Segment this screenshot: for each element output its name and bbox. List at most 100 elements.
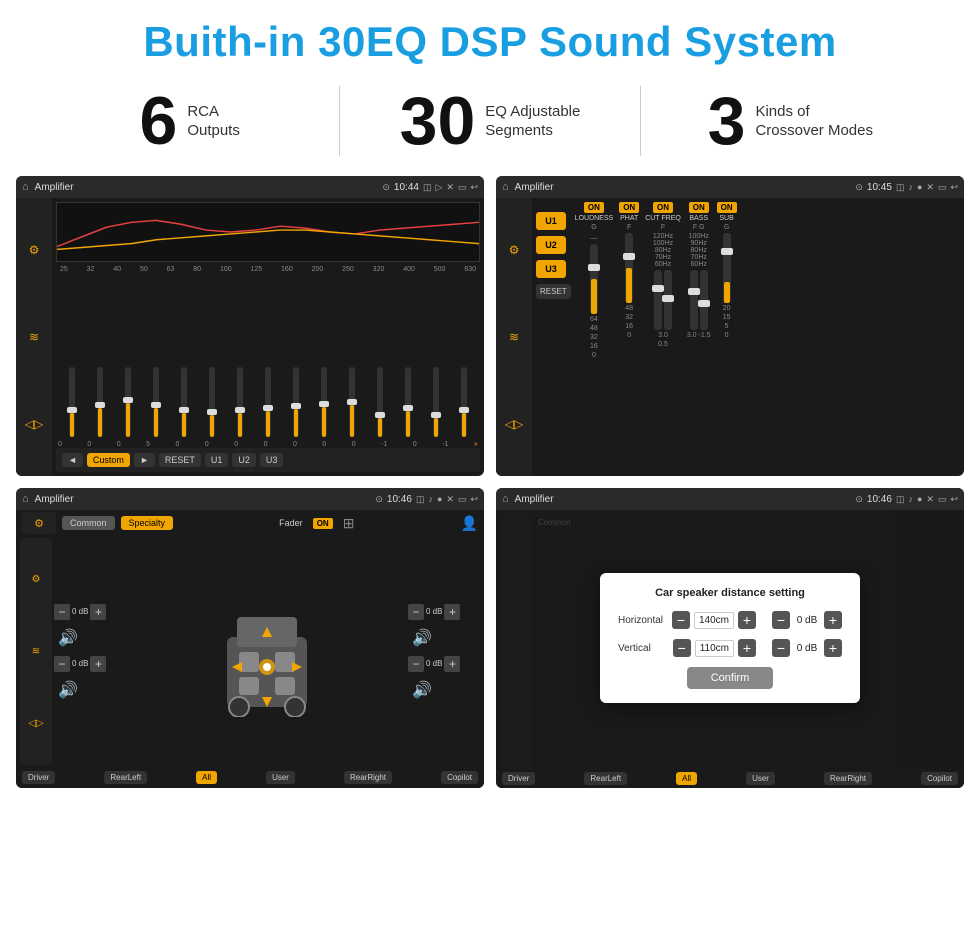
bass-fader-1[interactable] (690, 270, 698, 330)
amp-sidebar-eq-icon[interactable]: ⚙ (509, 243, 520, 257)
home-icon-4[interactable]: ⌂ (502, 493, 509, 505)
eq-slider-3[interactable] (153, 367, 159, 437)
spk-gear-icon[interactable]: ⚙ (34, 517, 44, 530)
spk-copilot-btn[interactable]: Copilot (441, 771, 478, 784)
back-icon-2[interactable]: ↩ (950, 182, 958, 193)
eq-slider-7[interactable] (265, 367, 271, 437)
home-icon-2[interactable]: ⌂ (502, 181, 509, 193)
close-icon[interactable]: ✕ (446, 182, 454, 193)
eq-reset-button[interactable]: RESET (159, 453, 201, 467)
spk-rearright-btn[interactable]: RearRight (344, 771, 392, 784)
close-icon-3[interactable]: ✕ (446, 494, 454, 505)
spk-db3-plus[interactable]: + (444, 604, 460, 620)
eq-slider-4[interactable] (181, 367, 187, 437)
amp-reset-btn[interactable]: RESET (536, 284, 571, 299)
amp-u3-btn[interactable]: U3 (536, 260, 566, 278)
volume-icon-4: ♪ (908, 494, 913, 504)
horiz-db-plus[interactable]: + (824, 611, 842, 629)
eq-u2-button[interactable]: U2 (232, 453, 256, 467)
freq-label: 32 (87, 266, 95, 273)
horizontal-minus[interactable]: − (672, 611, 690, 629)
cutfreq-fader-2[interactable] (664, 270, 672, 330)
spk-db4-minus[interactable]: − (408, 656, 424, 672)
dist-copilot-btn[interactable]: Copilot (921, 772, 958, 785)
spk-db3-minus[interactable]: − (408, 604, 424, 620)
spk-specialty-tab[interactable]: Specialty (121, 516, 174, 530)
vert-db-plus[interactable]: + (824, 639, 842, 657)
eq-slider-6[interactable] (237, 367, 243, 437)
eq-sidebar-icon-2[interactable]: ≋ (29, 330, 39, 344)
spk-db1-plus[interactable]: + (90, 604, 106, 620)
amp-u1-btn[interactable]: U1 (536, 212, 566, 230)
home-icon-3[interactable]: ⌂ (22, 493, 29, 505)
close-icon-2[interactable]: ✕ (926, 182, 934, 193)
eq-sidebar-icon-1[interactable]: ⚙ (29, 243, 40, 257)
dist-user-btn[interactable]: User (746, 772, 775, 785)
fader-toggle-icon[interactable]: ⊞ (343, 515, 355, 532)
eq-custom-button[interactable]: Custom (87, 453, 130, 467)
amp-u2-btn[interactable]: U2 (536, 236, 566, 254)
bass-fader-2[interactable] (700, 270, 708, 330)
dist-rearright-btn[interactable]: RearRight (824, 772, 872, 785)
eq-next-button[interactable]: ► (134, 453, 155, 467)
eq-slider-13[interactable] (433, 367, 439, 437)
eq-slider-9[interactable] (321, 367, 327, 437)
sub-fader[interactable] (723, 233, 731, 303)
close-icon-4[interactable]: ✕ (926, 494, 934, 505)
screen-dist-title: Amplifier (515, 494, 850, 505)
loudness-fader[interactable] (590, 244, 598, 314)
spk-wave-icon[interactable]: ≋ (32, 646, 40, 657)
back-icon[interactable]: ↩ (470, 182, 478, 193)
dist-all-btn[interactable]: All (676, 772, 697, 785)
spk-common-tab[interactable]: Common (62, 516, 115, 530)
amp-sidebar-wave-icon[interactable]: ≋ (509, 330, 519, 344)
back-icon-3[interactable]: ↩ (470, 494, 478, 505)
minimize-icon-3[interactable]: ▭ (458, 494, 467, 505)
eq-slider-1[interactable] (97, 367, 103, 437)
dot-icon-3: ● (437, 494, 442, 504)
spk-driver-btn[interactable]: Driver (22, 771, 55, 784)
spk-user-icon[interactable]: 👤 (461, 515, 478, 532)
eq-sidebar-icon-3[interactable]: ◁▷ (25, 417, 43, 431)
topbar-icons-amp: ⊙ 10:45 ◫ ♪ ● ✕ ▭ ↩ (855, 182, 958, 193)
home-icon[interactable]: ⌂ (22, 181, 29, 193)
eq-slider-8[interactable] (293, 367, 299, 437)
loudness-sub: G (591, 224, 596, 231)
cutfreq-fader-1[interactable] (654, 270, 662, 330)
stat-crossover-number: 3 (708, 87, 746, 155)
eq-slider-14[interactable] (461, 367, 467, 437)
dist-driver-btn[interactable]: Driver (502, 772, 535, 785)
eq-slider-0[interactable] (69, 367, 75, 437)
spk-db2-plus[interactable]: + (90, 656, 106, 672)
spk-db1-minus[interactable]: − (54, 604, 70, 620)
back-icon-4[interactable]: ↩ (950, 494, 958, 505)
spk-speaker-icon[interactable]: ◁▷ (28, 718, 43, 729)
spk-db2-minus[interactable]: − (54, 656, 70, 672)
horizontal-plus[interactable]: + (738, 611, 756, 629)
eq-u3-button[interactable]: U3 (260, 453, 284, 467)
vertical-plus[interactable]: + (738, 639, 756, 657)
spk-eq-icon[interactable]: ⚙ (32, 574, 41, 585)
spk-user-btn[interactable]: User (266, 771, 295, 784)
spk-speaker-icon-rb: 🔊 (412, 680, 432, 700)
spk-rearleft-btn[interactable]: RearLeft (104, 771, 147, 784)
spk-db4-plus[interactable]: + (444, 656, 460, 672)
eq-slider-10[interactable] (349, 367, 355, 437)
eq-slider-5[interactable] (209, 367, 215, 437)
eq-prev-button[interactable]: ◄ (62, 453, 83, 467)
phat-fader[interactable] (625, 233, 633, 303)
eq-slider-11[interactable] (377, 367, 383, 437)
horiz-db-minus[interactable]: − (772, 611, 790, 629)
minimize-icon-4[interactable]: ▭ (938, 494, 947, 505)
eq-slider-2[interactable] (125, 367, 131, 437)
minimize-icon-2[interactable]: ▭ (938, 182, 947, 193)
minimize-icon[interactable]: ▭ (458, 182, 467, 193)
dist-rearleft-btn[interactable]: RearLeft (584, 772, 627, 785)
eq-u1-button[interactable]: U1 (205, 453, 229, 467)
eq-slider-12[interactable] (405, 367, 411, 437)
amp-sidebar-speaker-icon[interactable]: ◁▷ (505, 417, 523, 431)
spk-all-btn[interactable]: All (196, 771, 217, 784)
vert-db-minus[interactable]: − (772, 639, 790, 657)
vertical-minus[interactable]: − (673, 639, 691, 657)
confirm-button[interactable]: Confirm (687, 667, 774, 689)
